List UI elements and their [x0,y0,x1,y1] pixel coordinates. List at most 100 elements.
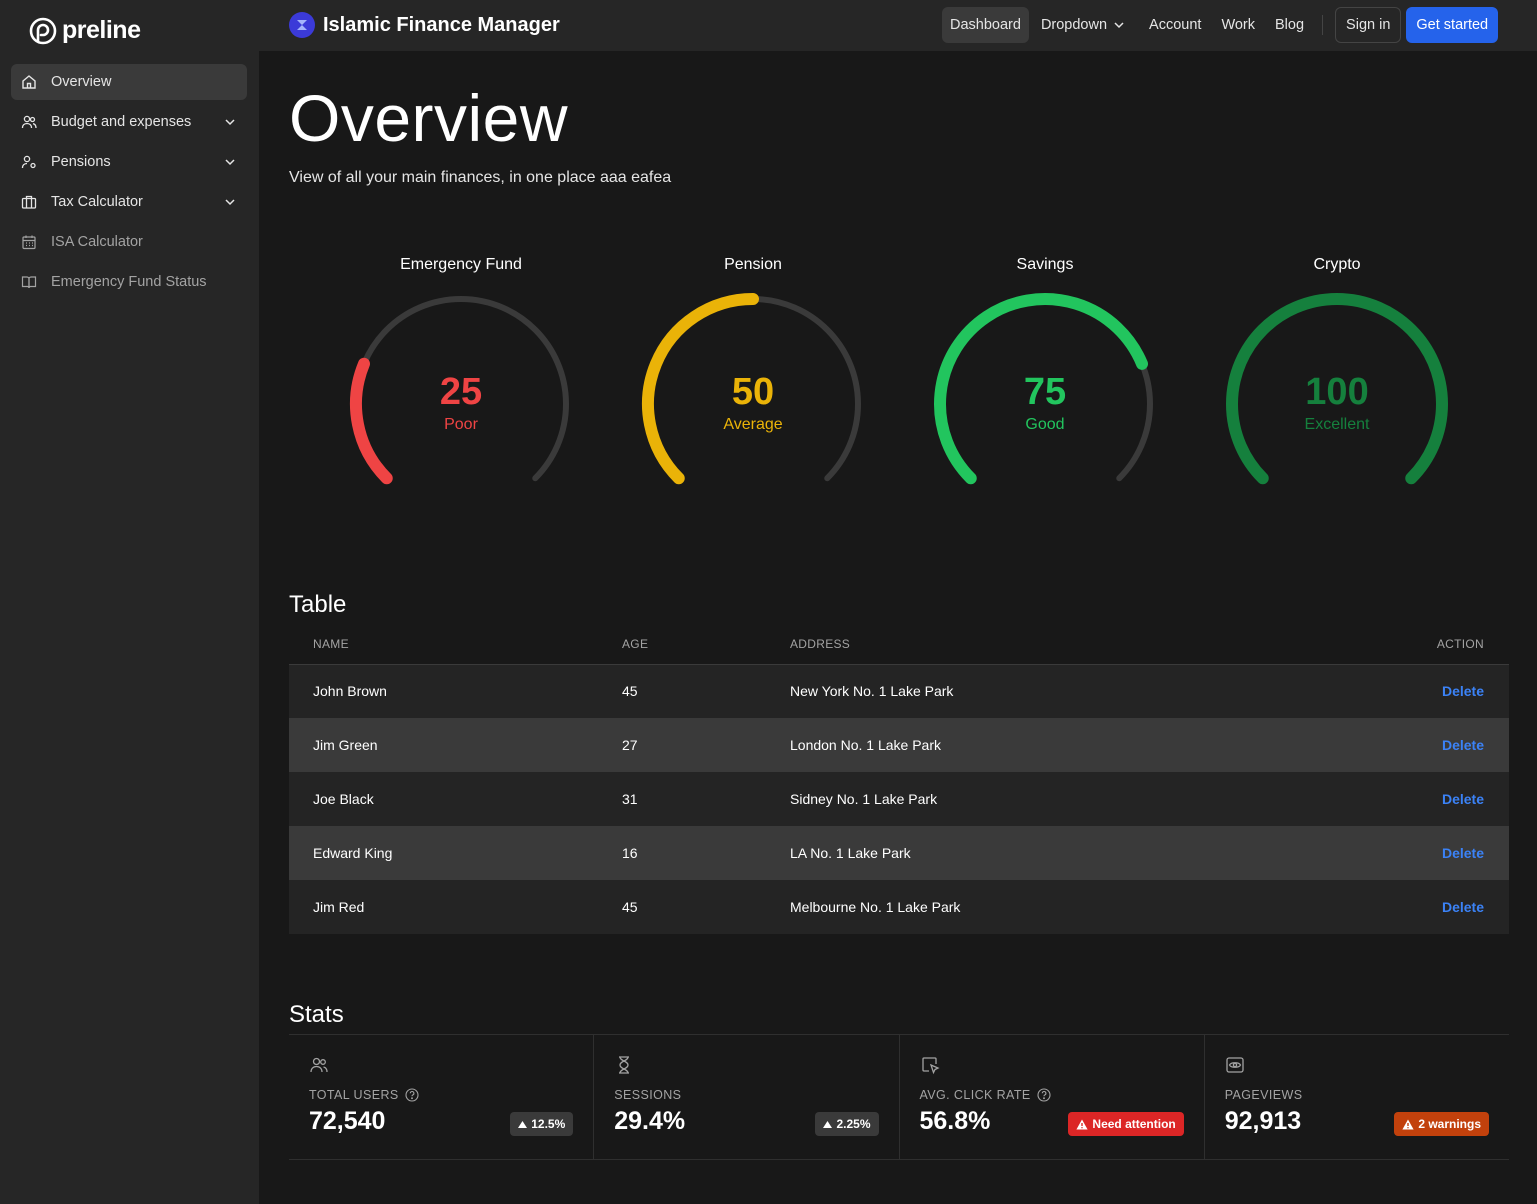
sidebar-item-pensions[interactable]: Pensions [11,144,247,180]
data-table: Name Age Address Action John Brown 45 Ne… [289,625,1509,934]
gauge-value: 50 [731,371,775,413]
nav-dropdown[interactable]: Dropdown [1033,7,1133,43]
stat-value: 56.8% [919,1107,991,1135]
cell-name: John Brown [289,664,622,718]
eye-icon [1226,1057,1244,1073]
delete-button[interactable]: Delete [1442,737,1484,753]
delete-button[interactable]: Delete [1442,683,1484,699]
nav-account[interactable]: Account [1141,7,1209,43]
cell-age: 31 [622,772,790,826]
badge-text: 2.25% [836,1117,871,1131]
gauge-value: 100 [1305,371,1369,413]
sidebar-item-budget[interactable]: Budget and expenses [11,104,247,140]
sidebar-item-emergency-fund-status[interactable]: Emergency Fund Status [11,264,247,300]
cell-age: 16 [622,826,790,880]
delete-button[interactable]: Delete [1442,845,1484,861]
users-icon [310,1057,328,1073]
get-started-button[interactable]: Get started [1406,7,1499,43]
sidebar-item-label: Pensions [51,154,111,170]
briefcase-icon [21,194,37,210]
stat-value: 72,540 [309,1107,386,1135]
delete-button[interactable]: Delete [1442,899,1484,915]
gauge-emergency-fund: Emergency Fund 25 Poor [341,255,581,505]
column-header-address: Address [790,625,1296,665]
warning-icon [1076,1119,1089,1129]
gauge-title: Emergency Fund [400,256,522,273]
gauge-crypto: Crypto 100 Excellent [1217,255,1457,505]
cell-name: Jim Red [289,880,622,934]
gauge-label: Poor [444,416,478,433]
cell-age: 45 [622,880,790,934]
table-title: Table [289,591,347,618]
brand-icon [289,12,315,38]
triangle-up-icon [823,1120,833,1128]
nav-divider [1322,15,1324,35]
cell-age: 45 [622,664,790,718]
sign-in-button[interactable]: Sign in [1335,7,1402,43]
stat-card-pageviews: Pageviews 92,913 2 warnings [1205,1035,1509,1159]
stat-label: Avg. Click Rate [919,1088,1031,1102]
gauge-label: Excellent [1304,416,1370,433]
column-header-name: Name [289,625,622,665]
nav-work[interactable]: Work [1213,7,1263,43]
badge-text: 2 warnings [1418,1117,1481,1131]
cell-address: Sidney No. 1 Lake Park [790,772,1296,826]
warning-icon [1402,1119,1414,1129]
stat-label-row: Sessions [614,1088,681,1102]
table-row: Jim Red 45 Melbourne No. 1 Lake Park Del… [289,880,1509,934]
chevron-down-icon [225,119,235,126]
help-circle-icon[interactable] [405,1088,419,1102]
stat-label: Pageviews [1224,1088,1303,1102]
logo-text: preline [62,16,141,44]
preline-logo[interactable]: preline [29,16,141,45]
sidebar-item-label: Overview [51,74,112,90]
gauge-savings: Savings 75 Good [925,255,1165,505]
warnings-badge: 2 warnings [1394,1112,1489,1136]
badge-text: Need attention [1092,1117,1176,1131]
sidebar-item-isa-calculator[interactable]: ISA Calculator [11,224,247,260]
stat-label-row: Pageviews [1225,1088,1303,1102]
stat-card-avg-click-rate: Avg. Click Rate 56.8% Need attention [900,1035,1205,1159]
chevron-down-icon [225,159,235,166]
nav-dropdown-label: Dropdown [1040,17,1108,33]
cell-address: LA No. 1 Lake Park [790,826,1296,880]
delete-button[interactable]: Delete [1442,791,1484,807]
gauge-value: 25 [439,371,483,413]
sidebar-item-label: Emergency Fund Status [51,274,207,290]
top-nav: Dashboard Dropdown Account Work Blog Sig… [942,7,1499,43]
cell-address: Melbourne No. 1 Lake Park [790,880,1296,934]
sidebar-item-label: ISA Calculator [51,234,143,250]
brand-title: Islamic Finance Manager [323,13,560,36]
page-subtitle: View of all your main finances, in one p… [289,169,672,186]
cell-address: New York No. 1 Lake Park [790,664,1296,718]
sidebar-nav: Overview Budget and expenses Pensions Ta… [11,64,247,304]
chevron-down-icon [1114,22,1124,29]
help-circle-icon[interactable] [1037,1088,1051,1102]
nav-dashboard[interactable]: Dashboard [942,7,1029,43]
brand[interactable]: Islamic Finance Manager [289,12,560,38]
stat-value: 92,913 [1224,1107,1302,1135]
book-open-icon [21,274,37,290]
nav-blog[interactable]: Blog [1267,7,1312,43]
trend-up-badge: 2.25% [815,1112,879,1136]
gauge-value: 75 [1023,371,1067,413]
attention-badge: Need attention [1068,1112,1184,1136]
calendar-icon [21,234,37,250]
stat-card-total-users: Total users 72,540 12.5% [289,1035,595,1159]
chevron-down-icon [225,199,235,206]
stat-card-sessions: Sessions 29.4% 2.25% [594,1035,900,1159]
sidebar-item-overview[interactable]: Overview [11,64,247,100]
table-row: Jim Green 27 London No. 1 Lake Park Dele… [289,718,1509,772]
gauge-label: Good [1025,416,1065,433]
table-row: John Brown 45 New York No. 1 Lake Park D… [289,664,1509,718]
hourglass-icon [619,1056,630,1074]
preline-logo-icon [29,17,57,44]
cell-address: London No. 1 Lake Park [790,718,1296,772]
gauge-title: Crypto [1313,256,1361,273]
stat-label-row: Avg. Click Rate [920,1088,1051,1102]
sidebar-item-tax-calculator[interactable]: Tax Calculator [11,184,247,220]
gauge-title: Pension [724,256,782,273]
cell-name: Joe Black [289,772,622,826]
stats-grid: Total users 72,540 12.5% Sessions 29.4% … [289,1034,1509,1160]
table-header-row: Name Age Address Action [289,625,1509,665]
